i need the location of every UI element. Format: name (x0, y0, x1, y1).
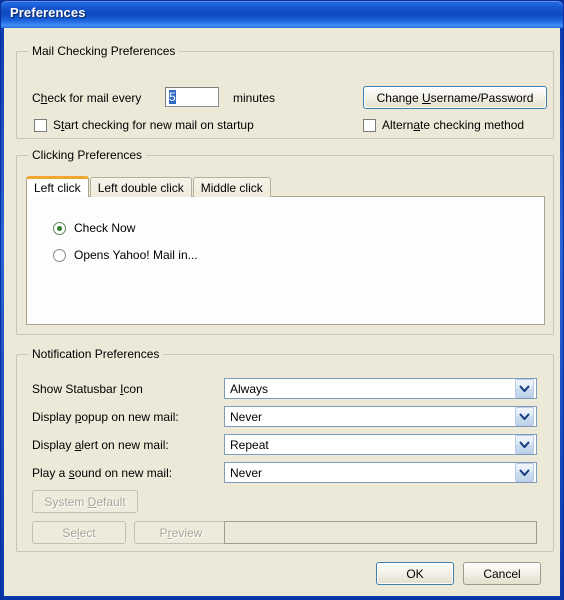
sound-path-input[interactable] (224, 521, 537, 544)
mail-checking-legend: Mail Checking Preferences (28, 44, 180, 58)
checkbox-box (363, 118, 376, 132)
chevron-down-icon[interactable] (515, 463, 534, 482)
radio-opens-yahoo-mail-label: Opens Yahoo! Mail in... (74, 248, 198, 262)
radio-check-now-label: Check Now (74, 221, 136, 235)
chevron-down-icon[interactable] (515, 407, 534, 426)
display-popup-label: Display popup on new mail: (32, 410, 179, 424)
startup-check-checkbox[interactable]: Start checking for new mail on startup (34, 118, 254, 132)
show-statusbar-icon-label: Show Statusbar Icon (32, 382, 143, 396)
display-alert-select[interactable]: Repeat (224, 434, 537, 455)
select-sound-button[interactable]: Select (32, 521, 126, 544)
minutes-label: minutes (233, 91, 276, 105)
notification-preferences-legend: Notification Preferences (28, 347, 164, 361)
chevron-down-icon[interactable] (515, 435, 534, 454)
clicking-preferences-group: Clicking Preferences Left click Left dou… (16, 148, 554, 335)
alternate-method-label: Alternate checking method (382, 118, 525, 132)
display-popup-value: Never (230, 409, 263, 424)
chevron-down-icon[interactable] (515, 379, 534, 398)
check-interval-label: Check for mail every (32, 91, 142, 105)
tab-left-click[interactable]: Left click (26, 176, 89, 197)
radio-opens-yahoo-mail[interactable]: Opens Yahoo! Mail in... (53, 248, 198, 262)
preferences-dialog: Preferences Mail Checking Preferences Ch… (0, 0, 564, 600)
display-alert-label: Display alert on new mail: (32, 438, 169, 452)
clicking-preferences-legend: Clicking Preferences (28, 148, 147, 162)
radio-check-now[interactable]: Check Now (53, 221, 135, 235)
tab-middle-click[interactable]: Middle click (192, 177, 271, 197)
radio-circle (53, 221, 66, 235)
click-mode-tab-panel: Check Now Opens Yahoo! Mail in... (26, 196, 545, 325)
title-bar[interactable]: Preferences (1, 1, 563, 28)
checkbox-box (34, 118, 47, 132)
click-mode-tabstrip: Left click Left double click Middle clic… (26, 176, 272, 197)
play-sound-label: Play a sound on new mail: (32, 466, 173, 480)
preview-sound-button[interactable]: Preview (134, 521, 228, 544)
show-statusbar-icon-select[interactable]: Always (224, 378, 537, 399)
system-default-button[interactable]: System Default (32, 490, 138, 513)
display-popup-select[interactable]: Never (224, 406, 537, 427)
radio-circle (53, 248, 66, 262)
dialog-client-area: Mail Checking Preferences Check for mail… (4, 28, 560, 596)
check-interval-value: 5 (169, 90, 176, 104)
ok-button[interactable]: OK (376, 562, 454, 585)
change-username-password-button[interactable]: Change Username/Password (363, 86, 547, 109)
tab-left-double-click[interactable]: Left double click (89, 177, 192, 197)
cancel-button[interactable]: Cancel (463, 562, 541, 585)
alternate-method-checkbox[interactable]: Alternate checking method (363, 118, 524, 132)
check-interval-input[interactable]: 5 (165, 87, 219, 107)
startup-check-label: Start checking for new mail on startup (53, 118, 254, 132)
play-sound-select[interactable]: Never (224, 462, 537, 483)
display-alert-value: Repeat (230, 437, 269, 452)
window-title: Preferences (10, 5, 86, 20)
show-statusbar-icon-value: Always (230, 381, 269, 396)
play-sound-value: Never (230, 465, 263, 480)
